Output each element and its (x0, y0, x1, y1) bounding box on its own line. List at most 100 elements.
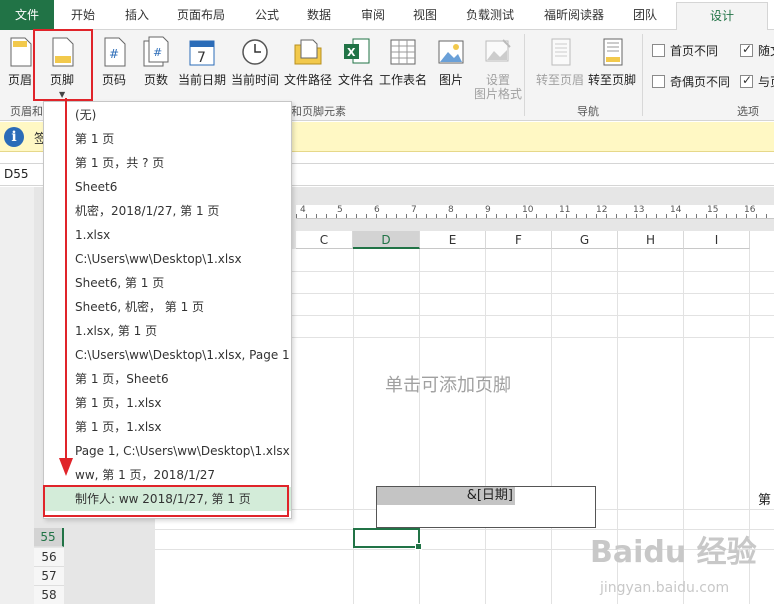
format-picture-icon (485, 39, 511, 62)
footer-center-section[interactable]: &[日期] (376, 486, 596, 528)
footer-option[interactable]: 第 1 页，1.xlsx (44, 415, 291, 439)
ruler-tick (306, 214, 307, 218)
odd-even-different-checkbox[interactable] (652, 75, 665, 88)
row-header[interactable]: 57 (34, 567, 64, 586)
excel-file-icon: X (344, 38, 370, 64)
column-headers: C D E F G H I (296, 231, 774, 249)
footer-option[interactable]: Sheet6, 第 1 页 (44, 271, 291, 295)
current-date-button[interactable]: 7 当前日期 (176, 34, 228, 94)
tab-insert[interactable]: 插入 (112, 0, 162, 30)
baidu-watermark-logo: Baidu 经验 jingyan.baidu.com (590, 535, 757, 596)
ruler-number: 8 (448, 205, 454, 215)
svg-text:#: # (109, 47, 119, 61)
ruler-number: 6 (374, 205, 380, 215)
ribbon-separator (524, 34, 525, 116)
ruler-number: 15 (707, 205, 719, 215)
align-margins-label: 与页 (758, 75, 774, 89)
ruler-tick (366, 214, 367, 218)
ruler-tick (356, 214, 357, 218)
format-picture-button[interactable]: 设置 图片格式 (472, 34, 524, 101)
ruler-number: 5 (337, 205, 343, 215)
tab-page-layout[interactable]: 页面布局 (168, 0, 234, 30)
column-header-selected[interactable]: D (353, 231, 420, 249)
footer-option[interactable]: Sheet6, 机密， 第 1 页 (44, 295, 291, 319)
goto-header-button[interactable]: 转至页眉 (534, 34, 586, 94)
tab-load-test[interactable]: 负载测试 (454, 0, 526, 30)
footer-option[interactable]: C:\Users\ww\Desktop\1.xlsx, Page 1 (44, 343, 291, 367)
ruler-tick (686, 214, 687, 218)
column-header[interactable]: H (618, 231, 684, 249)
footer-option[interactable]: ww, 第 1 页，2018/1/27 (44, 463, 291, 487)
tab-view[interactable]: 视图 (400, 0, 450, 30)
picture-icon (438, 40, 464, 64)
footer-option[interactable]: Sheet6 (44, 175, 291, 199)
footer-option-none[interactable]: (无) (44, 103, 291, 127)
info-icon: i (4, 127, 24, 147)
goto-footer-icon (603, 38, 623, 66)
footer-option[interactable]: 第 1 页，Sheet6 (44, 367, 291, 391)
first-page-different-checkbox[interactable] (652, 44, 665, 57)
annotation-box-selected-option (43, 485, 289, 517)
page-number-icon: # (104, 37, 126, 67)
tab-design[interactable]: 设计 (676, 2, 768, 31)
tab-data[interactable]: 数据 (294, 0, 344, 30)
folder-icon (294, 39, 322, 65)
ruler-tick (586, 214, 587, 218)
ruler-tick (296, 214, 297, 218)
footer-date-field[interactable]: &[日期] (377, 487, 515, 505)
column-header[interactable]: G (552, 231, 618, 249)
ruler-tick (316, 214, 317, 218)
column-header[interactable]: F (486, 231, 552, 249)
ruler-tick (646, 214, 647, 218)
row-header-strip (0, 187, 34, 604)
current-time-button[interactable]: 当前时间 (229, 34, 281, 94)
footer-option[interactable]: 机密，2018/1/27, 第 1 页 (44, 199, 291, 223)
ruler-number: 11 (559, 205, 571, 215)
footer-option[interactable]: 1.xlsx, 第 1 页 (44, 319, 291, 343)
tab-formulas[interactable]: 公式 (242, 0, 292, 30)
tab-team[interactable]: 团队 (620, 0, 670, 30)
ruler-tick (536, 214, 537, 218)
ruler-tick (756, 214, 757, 218)
footer-option[interactable]: 第 1 页 (44, 127, 291, 151)
scale-with-document-checkbox[interactable] (740, 42, 753, 57)
ruler-tick (506, 214, 507, 218)
tab-file[interactable]: 文件 (0, 0, 54, 30)
tab-review[interactable]: 审阅 (348, 0, 398, 30)
footer-option[interactable]: 第 1 页，共 ? 页 (44, 151, 291, 175)
svg-text:7: 7 (197, 50, 206, 66)
footer-option[interactable]: 1.xlsx (44, 223, 291, 247)
column-header[interactable]: C (296, 231, 353, 249)
active-cell[interactable] (353, 528, 422, 550)
footer-placeholder[interactable]: 单击可添加页脚 (385, 371, 511, 397)
ruler-tick (386, 214, 387, 218)
ruler-tick (406, 214, 407, 218)
ruler-tick (576, 214, 577, 218)
ruler-tick (326, 214, 327, 218)
ribbon-separator (642, 34, 643, 116)
footer-right-section[interactable]: 第 (758, 489, 771, 508)
column-header[interactable]: I (684, 231, 750, 249)
group-label-navigation: 导航 (577, 105, 599, 118)
ruler-tick (436, 214, 437, 218)
ruler: 4 5 6 7 8 9 10 11 12 13 14 15 16 (296, 205, 774, 219)
svg-text:X: X (347, 46, 356, 59)
watermark-text: Baidu 经验 (590, 535, 757, 570)
row-header[interactable]: 58 (34, 586, 64, 604)
tab-foxit-reader[interactable]: 福昕阅读器 (534, 0, 614, 30)
ruler-tick (556, 214, 557, 218)
worksheet-icon (390, 39, 416, 65)
footer-option[interactable]: C:\Users\ww\Desktop\1.xlsx (44, 247, 291, 271)
align-margins-checkbox[interactable] (740, 73, 753, 88)
ruler-number: 12 (596, 205, 608, 215)
ruler-tick (666, 214, 667, 218)
goto-footer-button[interactable]: 转至页脚 (586, 34, 638, 94)
tab-home[interactable]: 开始 (58, 0, 108, 30)
column-header[interactable]: E (420, 231, 486, 249)
row-header-selected[interactable]: 55 (34, 528, 64, 547)
footer-option[interactable]: Page 1, C:\Users\ww\Desktop\1.xlsx (44, 439, 291, 463)
footer-option[interactable]: 第 1 页，1.xlsx (44, 391, 291, 415)
odd-even-different-label: 奇偶页不同 (670, 75, 731, 89)
ribbon-tab-bar: 文件 开始 插入 页面布局 公式 数据 审阅 视图 负载测试 福昕阅读器 团队 … (0, 0, 774, 31)
row-header[interactable]: 56 (34, 548, 64, 567)
